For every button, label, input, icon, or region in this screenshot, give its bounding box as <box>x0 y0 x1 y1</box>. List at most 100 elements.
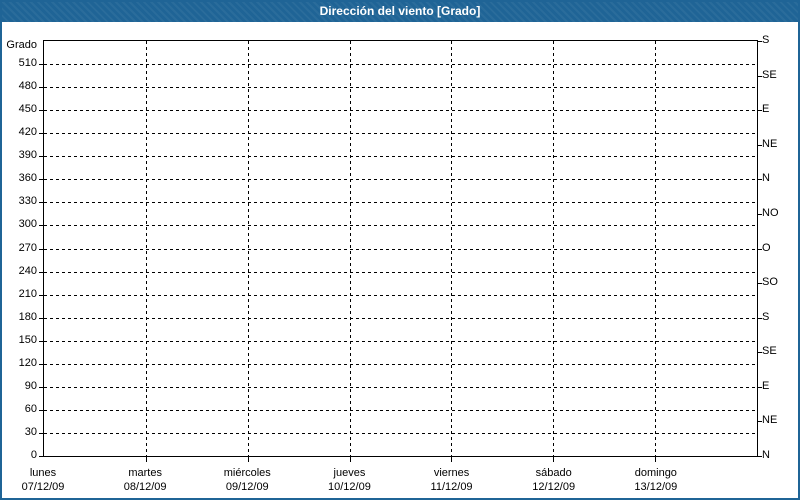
y-tick-label: 390 <box>18 149 37 161</box>
y-tick-label: 30 <box>24 426 37 438</box>
day-name: lunes <box>29 467 57 479</box>
day-date: 08/12/09 <box>123 481 167 493</box>
y-tick-label: 270 <box>18 242 37 254</box>
day-date: 07/12/09 <box>21 481 65 493</box>
day-label: domingo 13/12/09 <box>606 466 706 494</box>
compass-label: N <box>762 449 770 461</box>
gridline-vertical <box>553 41 554 456</box>
compass-label: N <box>762 172 770 184</box>
y-tick-label: 120 <box>18 357 37 369</box>
x-axis-tick <box>451 457 452 462</box>
gridline-horizontal <box>44 202 757 203</box>
gridline-horizontal <box>44 133 757 134</box>
y-axis-tick <box>39 341 43 342</box>
day-name: jueves <box>333 467 366 479</box>
y-tick-label: 510 <box>18 57 37 69</box>
y-tick-label: 420 <box>18 126 37 138</box>
day-label: viernes 11/12/09 <box>402 466 502 494</box>
gridline-vertical <box>451 41 452 456</box>
gridline-horizontal <box>44 318 757 319</box>
compass-label: NE <box>762 414 778 426</box>
gridline-horizontal <box>44 341 757 342</box>
compass-label: NO <box>762 207 779 219</box>
compass-label: SO <box>762 276 778 288</box>
y-axis-tick <box>39 87 43 88</box>
gridline-horizontal <box>44 87 757 88</box>
day-name: miércoles <box>223 467 271 479</box>
y-tick-label: 240 <box>18 265 37 277</box>
compass-label: SE <box>762 69 777 81</box>
y-axis-tick <box>39 249 43 250</box>
y-tick-label: 210 <box>18 288 37 300</box>
day-label: miércoles 09/12/09 <box>197 466 297 494</box>
day-name: viernes <box>433 467 470 479</box>
y-axis-tick <box>39 272 43 273</box>
y-tick-label: 0 <box>30 449 37 461</box>
chart-title-bar: Dirección del viento [Grado] <box>0 0 800 22</box>
day-label: martes 08/12/09 <box>95 466 195 494</box>
gridline-horizontal <box>44 364 757 365</box>
compass-label: E <box>762 103 770 115</box>
gridline-vertical <box>248 41 249 456</box>
y-axis-tick <box>39 364 43 365</box>
y-tick-label: 300 <box>18 218 37 230</box>
y-axis-tick <box>39 179 43 180</box>
y-axis-tick <box>39 433 43 434</box>
x-axis-tick <box>350 457 351 462</box>
gridline-horizontal <box>44 179 757 180</box>
y-axis-tick <box>39 410 43 411</box>
y-tick-label: 90 <box>24 380 37 392</box>
day-label: sábado 12/12/09 <box>504 466 604 494</box>
compass-label: O <box>762 242 771 254</box>
y-axis-tick <box>39 64 43 65</box>
compass-label: NE <box>762 138 778 150</box>
gridline-horizontal <box>44 225 757 226</box>
y-axis-tick <box>39 387 43 388</box>
y-axis-title: Grado <box>6 39 37 51</box>
x-axis-tick <box>655 457 656 462</box>
chart-title: Dirección del viento [Grado] <box>319 4 481 18</box>
gridline-horizontal <box>44 387 757 388</box>
gridline-vertical <box>350 41 351 456</box>
y-axis-tick <box>39 225 43 226</box>
day-date: 09/12/09 <box>225 481 269 493</box>
gridline-vertical <box>146 41 147 456</box>
gridline-horizontal <box>44 64 757 65</box>
gridline-horizontal <box>44 433 757 434</box>
y-tick-label: 330 <box>18 195 37 207</box>
compass-label: S <box>762 311 770 323</box>
compass-label: SE <box>762 345 777 357</box>
y-axis-tick <box>39 156 43 157</box>
plot-area <box>39 40 762 462</box>
y-axis-tick <box>39 318 43 319</box>
y-tick-label: 450 <box>18 103 37 115</box>
gridline-horizontal <box>44 410 757 411</box>
y-tick-label: 180 <box>18 311 37 323</box>
gridline-horizontal <box>44 272 757 273</box>
x-axis-tick <box>248 457 249 462</box>
day-label: lunes 07/12/09 <box>0 466 93 494</box>
day-date: 10/12/09 <box>328 481 371 493</box>
x-axis-tick <box>146 457 147 462</box>
day-label: jueves 10/12/09 <box>299 466 399 494</box>
compass-label: S <box>762 34 770 46</box>
y-axis-tick <box>39 133 43 134</box>
day-date: 12/12/09 <box>532 481 576 493</box>
day-date: 13/12/09 <box>634 481 678 493</box>
day-name: sábado <box>535 467 572 479</box>
wind-direction-chart-window: { "title": "Dirección del viento [Grado]… <box>0 0 800 500</box>
gridline-horizontal <box>44 295 757 296</box>
y-tick-label: 480 <box>18 80 37 92</box>
y-tick-label: 60 <box>24 403 37 415</box>
gridline-horizontal <box>44 156 757 157</box>
y-axis-tick <box>39 456 43 457</box>
compass-label: E <box>762 380 770 392</box>
y-axis-tick <box>39 295 43 296</box>
gridline-horizontal <box>44 249 757 250</box>
day-name: martes <box>128 467 162 479</box>
y-tick-label: 150 <box>18 334 37 346</box>
y-axis-tick <box>39 110 43 111</box>
y-tick-label: 360 <box>18 172 37 184</box>
day-name: domingo <box>634 467 677 479</box>
day-date: 11/12/09 <box>430 481 473 493</box>
